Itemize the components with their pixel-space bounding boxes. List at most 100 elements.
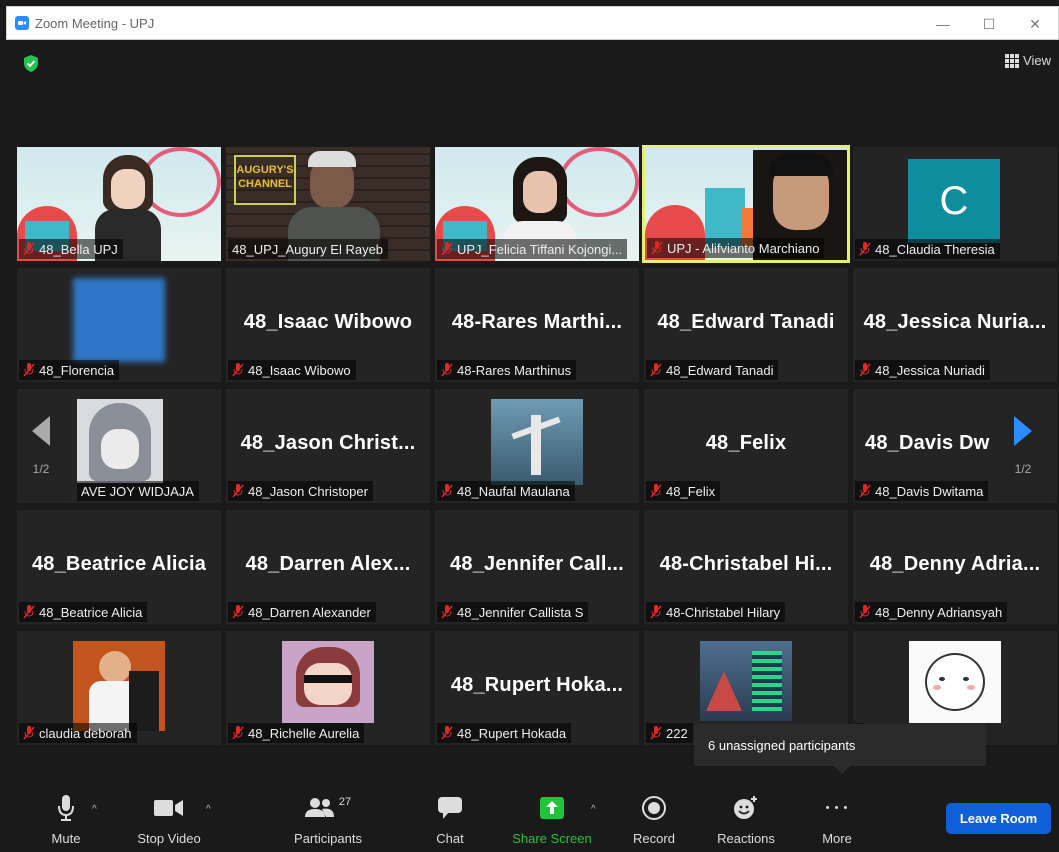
- stop-video-label: Stop Video: [137, 831, 201, 846]
- reactions-label: Reactions: [717, 831, 775, 846]
- video-camera-icon: [154, 800, 183, 816]
- maximize-button[interactable]: ☐: [966, 7, 1012, 41]
- video-tile[interactable]: 48-Christabel Hi... 48-Christabel Hilary: [644, 510, 848, 624]
- chat-bubble-icon: [438, 797, 462, 819]
- mic-muted-icon: [859, 484, 871, 498]
- minimize-button[interactable]: —: [920, 7, 966, 41]
- participant-name-label: 48_Jennifer Callista S: [437, 602, 589, 622]
- mic-muted-icon: [23, 242, 35, 256]
- participant-name-label: UPJ_Felicia Tiffani Kojongi...: [437, 239, 628, 259]
- leave-room-button[interactable]: Leave Room: [946, 803, 1051, 834]
- emoji-reaction-icon: [734, 796, 757, 819]
- participant-display-name: 48_Darren Alex...: [245, 553, 411, 575]
- reactions-button[interactable]: Reactions: [706, 786, 786, 852]
- video-tile[interactable]: 48_Rupert Hoka... 48_Rupert Hokada: [435, 631, 639, 745]
- video-tile[interactable]: 48_Richelle Aurelia: [226, 631, 430, 745]
- participants-icon: [304, 798, 334, 817]
- video-tile[interactable]: 48_Darren Alex... 48_Darren Alexander: [226, 510, 430, 624]
- mic-muted-icon: [859, 363, 871, 377]
- participant-name-label: 48_Jessica Nuriadi: [855, 360, 990, 380]
- mic-muted-icon: [441, 605, 453, 619]
- participant-name-label: claudia deborah: [19, 723, 137, 743]
- video-tile[interactable]: C 48_Claudia Theresia: [853, 147, 1057, 261]
- video-tile[interactable]: UPJ_Felicia Tiffani Kojongi...: [435, 147, 639, 261]
- participant-name-label: UPJ - Alifvianto Marchiano: [647, 238, 825, 258]
- video-tile[interactable]: 48_Florencia: [17, 268, 221, 382]
- participant-display-name: 48_Isaac Wibowo: [243, 311, 413, 333]
- video-tile[interactable]: 48_Jason Christ... 48_Jason Christoper: [226, 389, 430, 503]
- more-dots-icon: • • •: [825, 802, 849, 814]
- window-title: Zoom Meeting - UPJ: [35, 15, 155, 31]
- participant-display-name: 48_Felix: [705, 432, 787, 454]
- participant-display-name: 48_Beatrice Alicia: [31, 553, 207, 575]
- more-button[interactable]: • • • More: [814, 786, 860, 852]
- share-screen-button[interactable]: Share Screen: [506, 786, 598, 852]
- avatar-letter: C: [908, 159, 1000, 243]
- unassigned-participants-tooltip: 6 unassigned participants: [694, 724, 986, 774]
- child-photo-avatar: [73, 641, 165, 731]
- video-tile[interactable]: AUGURY'S CHANNEL 48_UPJ_Augury El Rayeb: [226, 147, 430, 261]
- mic-muted-icon: [441, 484, 453, 498]
- mic-muted-icon: [650, 726, 662, 740]
- previous-page-button[interactable]: 1/2: [17, 393, 65, 499]
- participant-name-label: 48_Jason Christoper: [228, 481, 373, 501]
- window-titlebar: Zoom Meeting - UPJ — ☐ ✕: [6, 6, 1059, 40]
- participant-name-label: 48_Naufal Maulana: [437, 481, 575, 501]
- participant-name-label: 48_UPJ_Augury El Rayeb: [228, 239, 389, 259]
- participant-name-label: 48_Claudia Theresia: [855, 239, 1000, 259]
- video-tile[interactable]: 48_Jessica Nuria... 48_Jessica Nuriadi: [853, 268, 1057, 382]
- skeleton-avatar: [491, 399, 583, 485]
- close-button[interactable]: ✕: [1012, 7, 1058, 41]
- mic-muted-icon: [441, 363, 453, 377]
- record-icon: [642, 796, 666, 820]
- video-tile[interactable]: 48_Naufal Maulana: [435, 389, 639, 503]
- video-tile[interactable]: 48_Denny Adria... 48_Denny Adriansyah: [853, 510, 1057, 624]
- participant-name-label: 222: [646, 723, 693, 743]
- participant-name-label: 48_Richelle Aurelia: [228, 723, 365, 743]
- video-tile-active-speaker[interactable]: UPJ - Alifvianto Marchiano: [642, 145, 850, 263]
- security-shield-icon[interactable]: [23, 55, 39, 72]
- mic-muted-icon: [232, 363, 244, 377]
- video-tile[interactable]: 48_Bella UPJ: [17, 147, 221, 261]
- video-tile[interactable]: 48_Isaac Wibowo 48_Isaac Wibowo: [226, 268, 430, 382]
- participants-label: Participants: [294, 831, 362, 846]
- share-screen-icon: [540, 797, 564, 819]
- mic-muted-icon: [23, 363, 35, 377]
- video-tile[interactable]: 48_Jennifer Call... 48_Jennifer Callista…: [435, 510, 639, 624]
- share-options-chevron-icon[interactable]: ^: [591, 804, 596, 815]
- chat-label: Chat: [436, 831, 464, 846]
- view-label: View: [1023, 53, 1051, 68]
- participant-name-label: AVE JOY WIDJAJA: [77, 481, 199, 501]
- video-tile[interactable]: 48_Felix 48_Felix: [644, 389, 848, 503]
- stop-video-button[interactable]: Stop Video: [130, 786, 208, 852]
- mute-button[interactable]: Mute: [40, 786, 92, 852]
- participant-name-label: 48_Edward Tanadi: [646, 360, 779, 380]
- video-tile[interactable]: 48-Rares Marthi... 48-Rares Marthinus: [435, 268, 639, 382]
- mic-muted-icon: [232, 726, 244, 740]
- video-tile[interactable]: claudia deborah: [17, 631, 221, 745]
- mic-muted-icon: [232, 484, 244, 498]
- mic-muted-icon: [23, 726, 35, 740]
- view-button[interactable]: View: [1005, 53, 1051, 68]
- participant-display-name: 48_Rupert Hoka...: [450, 674, 624, 696]
- video-options-chevron-icon[interactable]: ^: [206, 804, 211, 815]
- mic-muted-icon: [441, 726, 453, 740]
- audio-options-chevron-icon[interactable]: ^: [92, 804, 97, 815]
- mic-muted-icon: [650, 363, 662, 377]
- next-page-button[interactable]: 1/2: [999, 393, 1047, 499]
- mic-muted-icon: [441, 242, 453, 256]
- video-tile[interactable]: 48_Beatrice Alicia 48_Beatrice Alicia: [17, 510, 221, 624]
- mic-muted-icon: [859, 605, 871, 619]
- page-indicator-left: 1/2: [32, 462, 50, 476]
- meeting-toolbar: Mute ^ Stop Video ^ 27 Participants Chat…: [6, 786, 1059, 852]
- participant-display-name: 48_Jason Christ...: [240, 432, 416, 454]
- participants-button[interactable]: 27 Participants: [288, 786, 368, 852]
- participant-display-name: 48_Edward Tanadi: [657, 311, 835, 333]
- grid-view-icon: [1005, 53, 1020, 68]
- record-button[interactable]: Record: [626, 786, 682, 852]
- participant-name-label: 48_Rupert Hokada: [437, 723, 572, 743]
- video-tile[interactable]: 48_Edward Tanadi 48_Edward Tanadi: [644, 268, 848, 382]
- meeting-window: View 48_Bella UPJ AUGURY'S CHANNEL 48_UPJ…: [6, 41, 1059, 852]
- anime-avatar: [77, 399, 163, 483]
- chat-button[interactable]: Chat: [426, 786, 474, 852]
